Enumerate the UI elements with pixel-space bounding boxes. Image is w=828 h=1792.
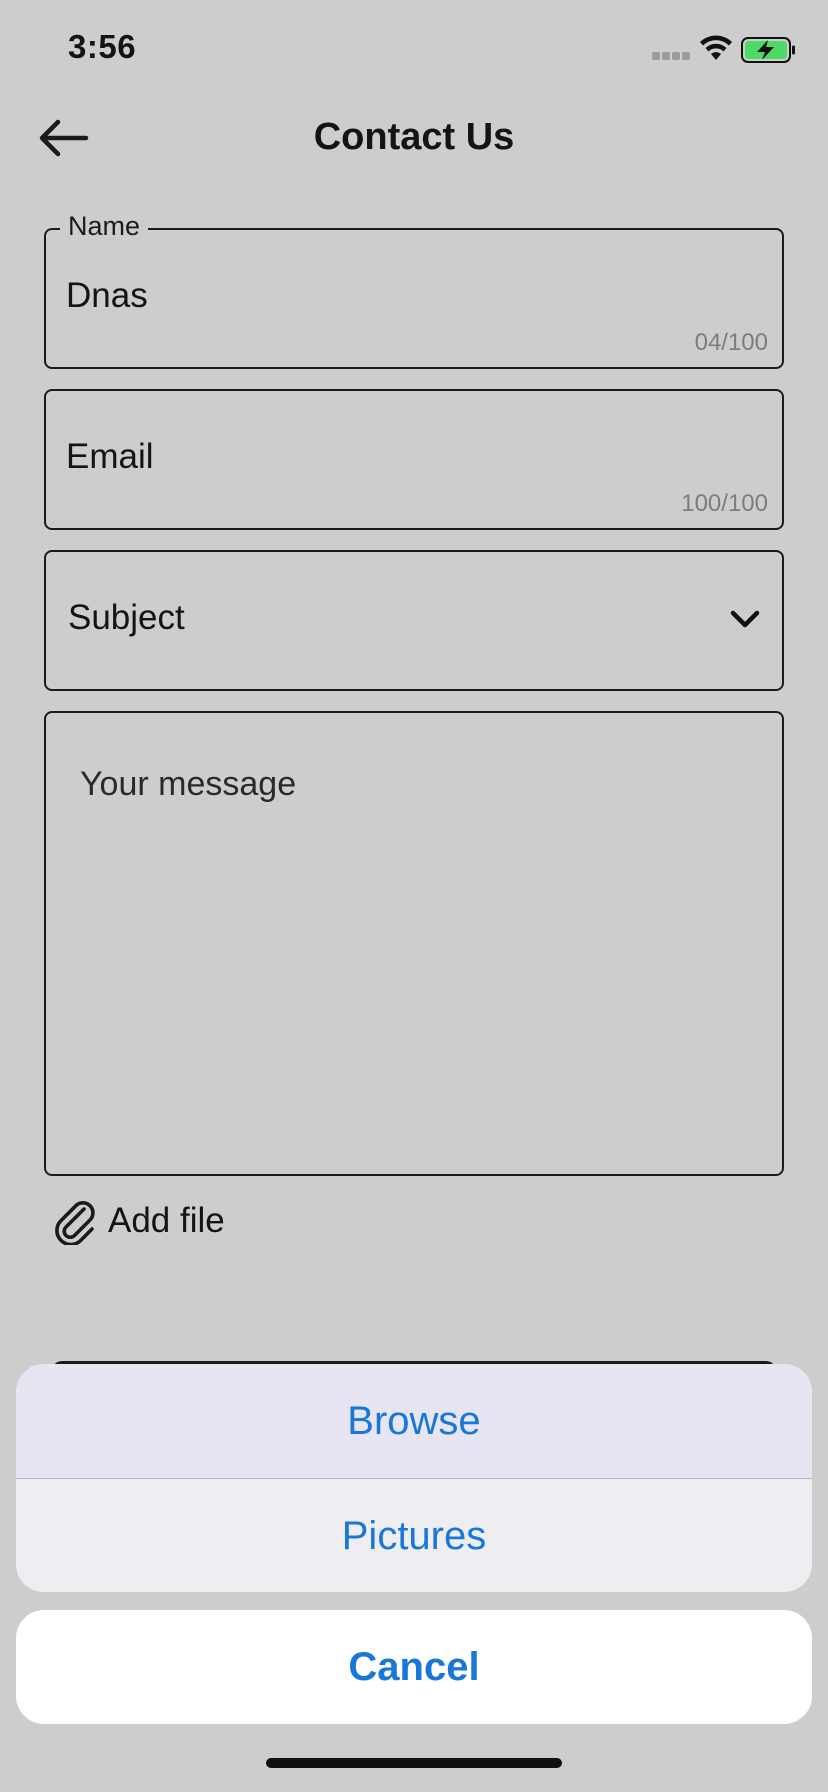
name-value: Dnas [66, 276, 148, 315]
name-char-counter: 04/100 [694, 329, 768, 356]
page-title: Contact Us [313, 116, 515, 158]
paperclip-icon [55, 1201, 95, 1245]
name-field-label: Name [60, 211, 149, 242]
browse-option[interactable]: Browse [16, 1364, 812, 1478]
battery-charging-icon [741, 37, 795, 63]
message-placeholder: Your message [80, 765, 297, 803]
email-placeholder: Email [66, 437, 154, 476]
wifi-icon [700, 35, 732, 60]
message-textarea[interactable]: Your message [44, 711, 784, 1176]
name-field[interactable]: Dnas 04/100 [44, 228, 784, 369]
add-file-label: Add file [108, 1201, 225, 1240]
chevron-down-icon [730, 610, 760, 628]
cancel-button[interactable]: Cancel [16, 1610, 812, 1724]
subject-placeholder: Subject [68, 598, 185, 637]
subject-dropdown[interactable]: Subject [44, 550, 784, 691]
email-field[interactable]: Email 100/100 [44, 389, 784, 530]
action-sheet-options: Browse Pictures [16, 1364, 812, 1592]
pictures-option[interactable]: Pictures [16, 1479, 812, 1592]
email-char-counter: 100/100 [681, 490, 768, 517]
add-file-button[interactable]: Add file [54, 1196, 225, 1246]
status-time: 3:56 [68, 28, 137, 65]
cellular-signal-icon [652, 52, 692, 60]
home-indicator [266, 1758, 562, 1768]
